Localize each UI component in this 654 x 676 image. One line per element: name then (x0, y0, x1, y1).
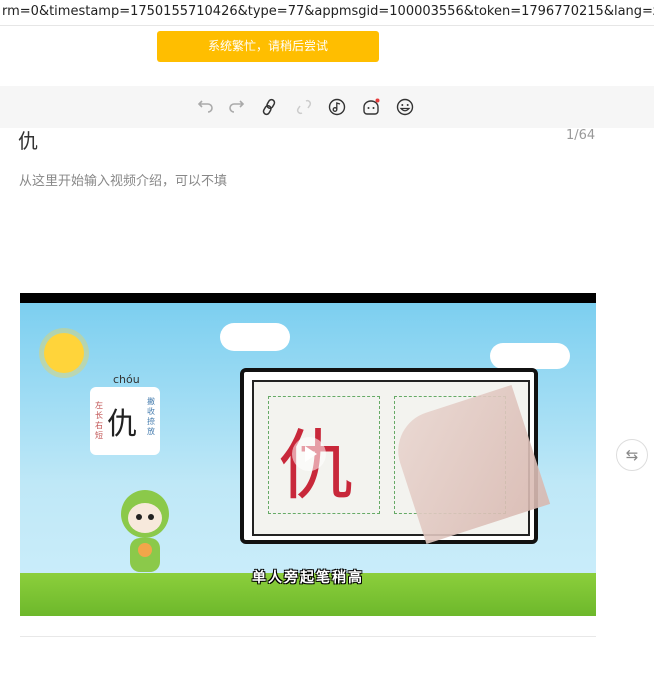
address-bar[interactable]: rm=0&timestamp=1750155710426&type=77&app… (0, 0, 654, 26)
video-subtitle: 单人旁起笔稍高 (252, 570, 364, 586)
link-icon (262, 98, 276, 116)
title-char-counter: 1/64 (566, 128, 596, 143)
character-card: 左长右短 仇 撇收捺放 (90, 387, 160, 455)
swap-button[interactable]: ⇆ (616, 439, 648, 471)
unlink-button[interactable] (293, 96, 315, 118)
mini-program-icon (363, 98, 380, 115)
busy-toast: 系统繁忙，请稍后尝试 (157, 31, 379, 62)
music-icon (328, 98, 346, 116)
play-button[interactable] (292, 437, 326, 471)
cloud-graphic (490, 343, 570, 369)
pinyin-label: chóu (113, 373, 140, 386)
redo-button[interactable] (225, 96, 247, 118)
card-right-text: 撇收捺放 (147, 397, 155, 436)
video-player[interactable]: chóu 左长右短 仇 撇收捺放 仇 单人旁起笔稍高 (20, 293, 596, 616)
emoji-icon (396, 98, 414, 116)
redo-icon (229, 100, 245, 113)
sun-graphic (44, 333, 84, 373)
undo-icon (197, 100, 213, 113)
card-left-text: 左长右短 (95, 401, 103, 440)
card-character: 仇 (107, 407, 137, 442)
article-title-input[interactable]: 仇 (18, 125, 38, 154)
undo-button[interactable] (195, 96, 217, 118)
link-button[interactable] (258, 96, 280, 118)
swap-arrows-icon: ⇆ (625, 446, 639, 464)
unlink-icon (296, 99, 312, 115)
video-description-input[interactable]: 从这里开始输入视频介绍，可以不填 (19, 170, 227, 189)
divider (20, 636, 596, 637)
mini-program-button[interactable] (360, 96, 382, 118)
editor-toolbar (0, 86, 654, 128)
writing-board: 仇 (240, 368, 551, 545)
cloud-graphic (220, 323, 290, 351)
mascot-graphic (121, 490, 169, 572)
music-button[interactable] (326, 96, 348, 118)
emoji-button[interactable] (394, 96, 416, 118)
